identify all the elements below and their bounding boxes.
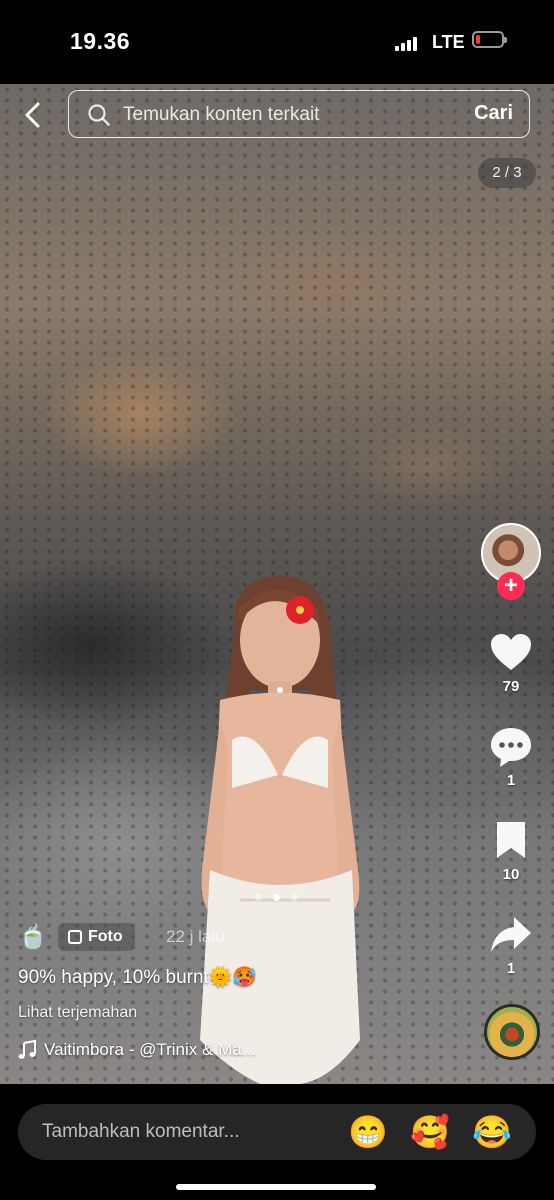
network-type: LTE xyxy=(432,32,465,52)
heart-icon xyxy=(491,634,531,670)
like-button[interactable] xyxy=(488,630,534,676)
carousel-dot xyxy=(255,894,262,901)
home-indicator[interactable] xyxy=(176,1184,376,1190)
search-input[interactable]: Temukan konten terkait Cari xyxy=(68,90,530,138)
emoji-laugh-button[interactable]: 😂 xyxy=(472,1114,512,1150)
carousel-dot xyxy=(291,894,298,901)
comment-count: 1 xyxy=(506,772,516,789)
comment-icon xyxy=(491,728,531,767)
carousel-page-indicator: 2 / 3 xyxy=(478,158,536,188)
status-time: 19.36 xyxy=(70,28,131,54)
music-disc-icon[interactable] xyxy=(484,1004,540,1060)
translate-link[interactable]: Lihat terjemahan xyxy=(18,1004,137,1022)
emoji-hearts-button[interactable]: 🥰 xyxy=(410,1114,450,1150)
status-bar: 19.36 LTE xyxy=(0,0,554,84)
post-time-ago: 22 j lalu xyxy=(166,927,225,946)
search-placeholder: Temukan konten terkait xyxy=(123,104,320,125)
share-arrow-icon xyxy=(491,917,531,952)
type-badge-label: Foto xyxy=(88,928,123,945)
comment-placeholder: Tambahkan komentar... xyxy=(42,1121,240,1142)
battery-icon xyxy=(472,31,507,48)
follow-button[interactable]: + xyxy=(497,572,525,600)
bookmark-icon xyxy=(497,822,525,858)
signal-icon xyxy=(395,35,421,51)
carousel-dot-active xyxy=(273,894,280,901)
emoji-grin-button[interactable]: 😁 xyxy=(348,1114,388,1150)
bottom-bar: Tambahkan komentar... 😁 🥰 😂 xyxy=(0,1084,554,1200)
author-emoji[interactable]: 🍵 xyxy=(18,923,48,952)
chevron-left-icon xyxy=(25,102,40,128)
post-caption[interactable]: 90% happy, 10% burnt🌞🥵 xyxy=(18,965,256,989)
save-button[interactable] xyxy=(488,818,534,864)
photo-stack-icon xyxy=(68,930,82,944)
share-button[interactable] xyxy=(488,912,534,958)
search-icon xyxy=(88,104,110,126)
comment-input[interactable]: Tambahkan komentar... 😁 🥰 😂 xyxy=(18,1104,536,1160)
music-note-icon xyxy=(18,1040,36,1059)
like-count: 79 xyxy=(502,678,520,695)
back-button[interactable] xyxy=(16,97,52,133)
carousel-dots xyxy=(255,894,299,902)
photo-type-badge: Foto xyxy=(58,923,135,951)
music-title: Vaitimbora - @Trinix & Ma... xyxy=(44,1040,256,1059)
person-figure xyxy=(200,575,360,1084)
comment-button[interactable] xyxy=(488,724,534,770)
search-submit-button[interactable]: Cari xyxy=(474,102,513,125)
share-count: 1 xyxy=(506,960,516,977)
music-row[interactable]: Vaitimbora - @Trinix & Ma... xyxy=(18,1040,256,1060)
save-count: 10 xyxy=(502,866,520,883)
